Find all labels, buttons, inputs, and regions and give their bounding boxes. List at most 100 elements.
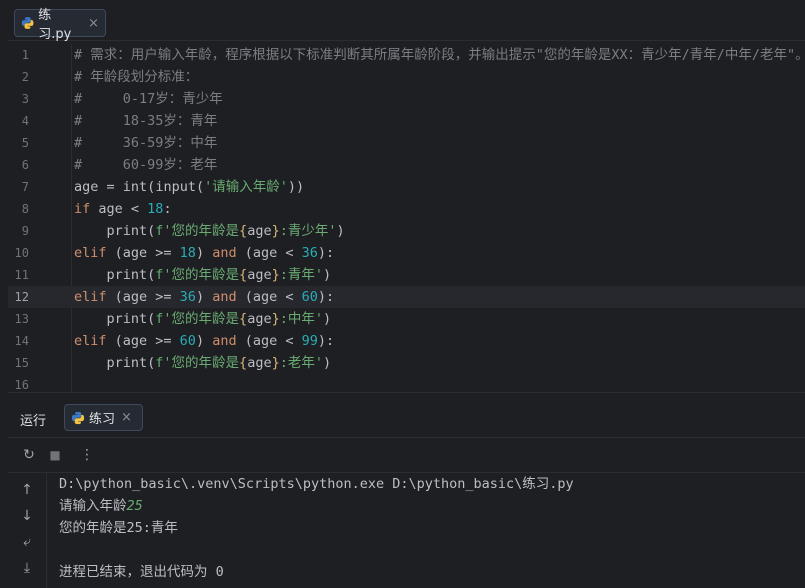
code-text: print(f'您的年龄是{age}:青少年') [74,220,345,242]
scroll-up-icon[interactable]: ↑ [18,481,36,499]
code-token: and [212,333,237,349]
code-text: # 18-35岁：青年 [74,110,217,132]
code-token: )) [287,179,305,195]
line-number: 13 [14,312,29,326]
code-token: # 年龄段划分标准： [74,69,199,85]
code-token: age < [90,201,148,217]
more-options-icon[interactable]: ⋮ [78,446,96,464]
code-token: age [247,223,272,239]
line-number: 7 [21,180,29,194]
code-line[interactable]: 8 if age < 18: [8,198,805,220]
code-token: # 36-59岁：中年 [74,135,218,151]
code-token: (age >= [106,333,180,349]
code-token: f'您的年龄是 [155,223,240,239]
code-token: ) [322,267,332,283]
code-line[interactable]: 9 print(f'您的年龄是{age}:青少年') [8,220,805,242]
code-text: # 年龄段划分标准： [74,66,198,88]
code-token: print( [74,355,156,371]
code-token: age [247,355,272,371]
code-token: # 0-17岁：青少年 [74,91,223,107]
code-line[interactable]: 15 print(f'您的年龄是{age}:老年') [8,352,805,374]
code-line[interactable]: 7 age = int(input('请输入年龄')) [8,176,805,198]
code-token: 18 [147,201,164,217]
line-number: 5 [21,136,29,150]
code-token: elif [74,289,107,305]
code-token: } [271,267,280,283]
code-token: } [271,311,280,327]
close-tab-icon[interactable]: × [88,16,99,31]
scroll-down-icon[interactable]: ↓ [18,507,36,525]
code-token: 60 [301,289,318,305]
code-token: ) [322,355,332,371]
code-token: print( [74,311,156,327]
console-command-line: D:\python_basic\.venv\Scripts\python.exe… [59,476,574,492]
python-file-icon [21,17,34,29]
code-text: # 0-17岁：青少年 [74,88,223,110]
code-text: elif (age >= 18) and (age < 36): [74,242,334,264]
code-token: f'您的年龄是 [155,355,240,371]
code-token: age [247,267,272,283]
code-token: age = [74,179,123,195]
line-number: 1 [21,48,29,62]
code-token: } [271,355,280,371]
code-token: 36 [301,245,318,261]
soft-wrap-icon[interactable]: ⤶ [18,533,36,551]
scroll-to-end-icon[interactable]: ⤓ [18,559,36,577]
console-input-line: 请输入年龄25 [59,495,574,517]
code-token: } [271,223,280,239]
code-token: 18 [179,245,196,261]
code-token: ) [195,245,213,261]
code-token: :老年' [279,355,323,371]
code-line[interactable]: 5 # 36-59岁：中年 [8,132,805,154]
code-token: ): [317,333,335,349]
code-token: print( [74,267,156,283]
run-panel-title: 运行 [20,414,47,429]
code-line[interactable]: 2 # 年龄段划分标准： [8,66,805,88]
code-editor[interactable]: 练习.py × 1 # 需求：用户输入年龄，程序根据以下标准判断其所属年龄阶段，并… [8,0,805,393]
code-token: :青少年' [279,223,337,239]
code-text: # 36-59岁：中年 [74,132,217,154]
code-line[interactable]: 3 # 0-17岁：青少年 [8,88,805,110]
code-token: # 18-35岁：青年 [74,113,218,129]
code-line[interactable]: 12 elif (age >= 36) and (age < 60): [8,286,805,308]
code-token: '请输入年龄' [204,179,288,195]
console-exit-line: 进程已结束，退出代码为 0 [59,564,224,580]
code-token: f'您的年龄是 [155,311,240,327]
code-token: ): [317,245,335,261]
code-line[interactable]: 13 print(f'您的年龄是{age}:中年') [8,308,805,330]
code-token: f'您的年龄是 [155,267,240,283]
code-token: :青年' [279,267,323,283]
line-number: 16 [14,378,29,392]
run-config-tab[interactable]: 练习 × [64,404,143,431]
code-token: print( [74,223,156,239]
rerun-icon[interactable]: ↻ [20,446,38,464]
file-tab[interactable]: 练习.py × [14,8,106,42]
console-output[interactable]: D:\python_basic\.venv\Scripts\python.exe… [59,473,574,583]
code-line[interactable]: 1 # 需求：用户输入年龄，程序根据以下标准判断其所属年龄阶段，并输出提示"您的年… [8,44,805,66]
line-number: 12 [14,290,29,304]
code-token: { [239,267,248,283]
code-line[interactable]: 11 print(f'您的年龄是{age}:青年') [8,264,805,286]
code-line[interactable]: 14 elif (age >= 60) and (age < 99): [8,330,805,352]
line-number: 11 [14,268,29,282]
code-token: and [212,289,237,305]
code-token: # 需求：用户输入年龄，程序根据以下标准判断其所属年龄阶段，并输出提示"您的年龄… [74,47,805,63]
stop-icon[interactable]: ■ [46,446,64,464]
code-line[interactable]: 6 # 60-99岁：老年 [8,154,805,176]
code-text: elif (age >= 60) and (age < 99): [74,330,334,352]
code-line[interactable]: 16 [8,374,805,392]
code-text: # 需求：用户输入年龄，程序根据以下标准判断其所属年龄阶段，并输出提示"您的年龄… [74,44,805,66]
code-token: ) [322,311,332,327]
run-toolbar: ↻ ■ ⋮ [8,438,805,473]
code-line[interactable]: 4 # 18-35岁：青年 [8,110,805,132]
code-line[interactable]: 10 elif (age >= 18) and (age < 36): [8,242,805,264]
code-token: # 60-99岁：老年 [74,157,218,173]
code-text: if age < 18: [74,198,172,220]
close-run-tab-icon[interactable]: × [121,410,132,425]
code-text: elif (age >= 36) and (age < 60): [74,286,334,308]
line-number: 10 [14,246,29,260]
code-text: print(f'您的年龄是{age}:中年') [74,308,332,330]
run-tab-label: 练习 [89,412,116,427]
code-token: ) [336,223,345,239]
code-token: input [155,179,196,195]
